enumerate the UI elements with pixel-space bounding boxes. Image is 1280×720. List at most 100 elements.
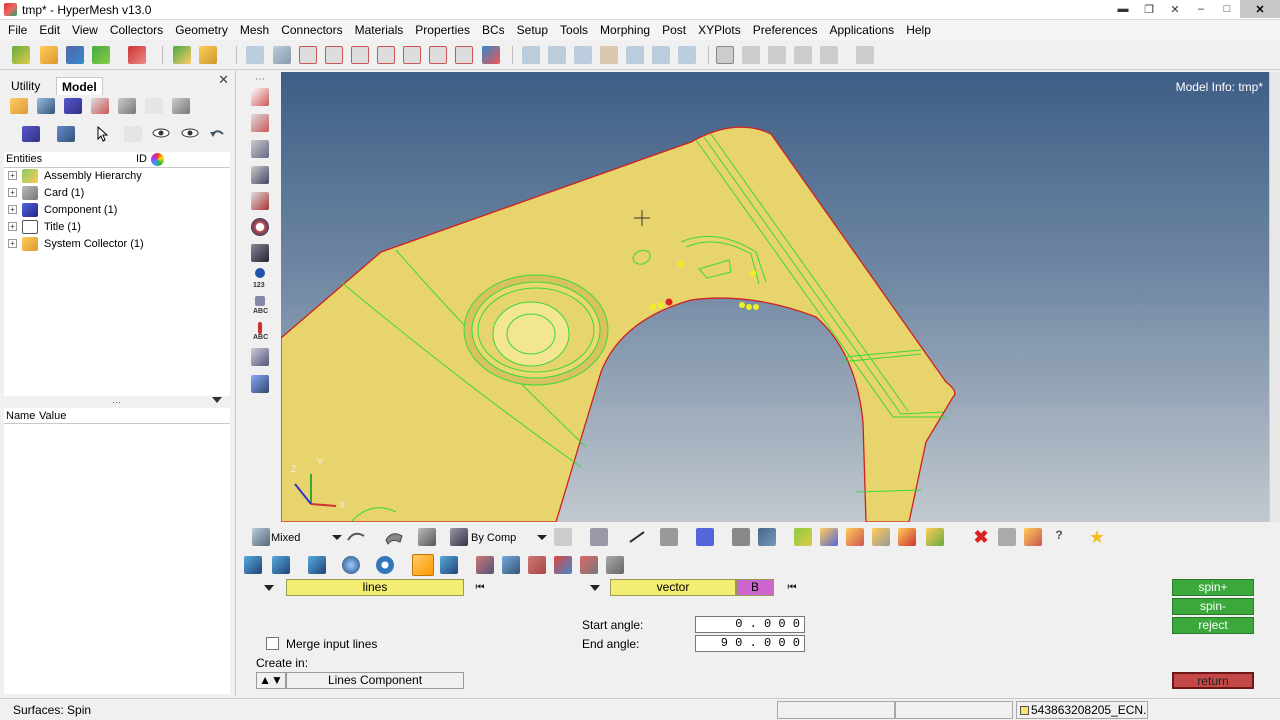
vector-reset-icon[interactable]: ⏮ bbox=[784, 579, 800, 596]
new-model-icon[interactable] bbox=[12, 46, 30, 64]
page-layout-4-icon[interactable] bbox=[794, 46, 812, 64]
mask-all-icon[interactable] bbox=[998, 528, 1016, 546]
geometry-display-icon[interactable] bbox=[251, 88, 269, 106]
zoom-icon[interactable] bbox=[246, 46, 264, 64]
view-xz-right-icon[interactable] bbox=[377, 46, 395, 64]
create-in-toggle-icon[interactable]: ▲▼ bbox=[256, 672, 286, 689]
chevron-down-icon[interactable] bbox=[332, 535, 342, 540]
tab-utility[interactable]: Utility bbox=[6, 77, 45, 95]
chevron-down-icon[interactable] bbox=[537, 535, 547, 540]
reject-button[interactable]: reject bbox=[1172, 617, 1254, 634]
expand-icon[interactable]: + bbox=[8, 205, 17, 214]
fit-icon[interactable] bbox=[548, 46, 566, 64]
mesh-shaded-icon[interactable] bbox=[590, 528, 608, 546]
boss-feature[interactable] bbox=[463, 274, 609, 386]
menu-connectors[interactable]: Connectors bbox=[275, 20, 348, 40]
wireframe-icon[interactable] bbox=[346, 528, 365, 546]
display-mode-value[interactable]: Mixed bbox=[271, 532, 300, 544]
view-yz-back-icon[interactable] bbox=[429, 46, 447, 64]
end-angle-input[interactable]: 9 0 . 0 0 0 bbox=[695, 635, 805, 652]
pan-hand-icon[interactable] bbox=[600, 46, 618, 64]
show-components-icon[interactable] bbox=[820, 528, 838, 546]
dock-close-icon[interactable]: ✕ bbox=[1162, 0, 1188, 18]
view-options-icon[interactable] bbox=[482, 46, 500, 64]
menu-materials[interactable]: Materials bbox=[349, 20, 410, 40]
include-file-cell[interactable]: 543863208205_ECN. bbox=[1016, 701, 1148, 719]
abc-label-2[interactable]: ABC bbox=[253, 334, 268, 341]
show-hide-eye-icon[interactable] bbox=[151, 126, 170, 142]
export-icon[interactable] bbox=[128, 46, 146, 64]
reverse-eye-icon[interactable] bbox=[180, 126, 199, 142]
chevron-down-icon[interactable] bbox=[212, 397, 222, 403]
surface-skin-icon[interactable] bbox=[528, 556, 546, 574]
surface-spin-icon[interactable] bbox=[412, 554, 434, 576]
dock-restore-icon[interactable]: ❐ bbox=[1136, 0, 1162, 18]
menu-tools[interactable]: Tools bbox=[554, 20, 594, 40]
tree-item-system-collector[interactable]: + System Collector (1) bbox=[4, 236, 230, 253]
dock-minimize-icon[interactable]: ▬ bbox=[1110, 0, 1136, 18]
paint-icon[interactable] bbox=[1024, 528, 1042, 546]
spin-minus-button[interactable]: spin- bbox=[1172, 598, 1254, 615]
close-icon[interactable]: ✕ bbox=[218, 72, 229, 88]
tree-item-component[interactable]: + Component (1) bbox=[4, 202, 230, 219]
surface-ruled-icon[interactable] bbox=[476, 556, 494, 574]
tree-item-card[interactable]: + Card (1) bbox=[4, 185, 230, 202]
info-icon[interactable] bbox=[255, 268, 265, 278]
rotate-icon[interactable] bbox=[678, 46, 696, 64]
id-column-label[interactable]: ID bbox=[136, 153, 147, 165]
user-profile-icon[interactable] bbox=[173, 46, 191, 64]
surface-plane-icon[interactable] bbox=[244, 556, 262, 574]
display-all-icon[interactable] bbox=[22, 126, 40, 142]
folder-icon[interactable] bbox=[199, 46, 217, 64]
query-icon[interactable]: ? bbox=[1050, 528, 1068, 546]
menu-mesh[interactable]: Mesh bbox=[234, 20, 275, 40]
menu-collectors[interactable]: Collectors bbox=[104, 20, 169, 40]
set-view-icon[interactable] bbox=[172, 98, 190, 114]
folder-options-icon[interactable] bbox=[926, 528, 944, 546]
page-layout-5-icon[interactable] bbox=[820, 46, 838, 64]
model-geometry[interactable] bbox=[281, 72, 1269, 522]
undo-icon[interactable] bbox=[208, 126, 226, 142]
surface-torus-icon[interactable] bbox=[376, 556, 394, 574]
surface-drag-icon[interactable] bbox=[440, 556, 458, 574]
shaded-edges-icon[interactable] bbox=[384, 528, 403, 546]
component-color-icon[interactable] bbox=[696, 528, 714, 546]
menu-file[interactable]: File bbox=[2, 20, 33, 40]
view-xz-left-icon[interactable] bbox=[351, 46, 369, 64]
material-view-icon[interactable] bbox=[64, 98, 82, 114]
graphics-viewport[interactable]: Model Info: tmp* Z Y X bbox=[281, 72, 1269, 522]
pan-vertical-icon[interactable] bbox=[652, 46, 670, 64]
view-iso-icon[interactable] bbox=[455, 46, 473, 64]
surface-spline-icon[interactable] bbox=[502, 556, 520, 574]
close-button[interactable]: ✕ bbox=[1240, 0, 1280, 18]
surface-fillet-icon[interactable] bbox=[554, 556, 572, 574]
expand-icon[interactable]: + bbox=[8, 222, 17, 231]
mesh-wire-icon[interactable] bbox=[554, 528, 572, 546]
tab-model[interactable]: Model bbox=[56, 77, 103, 95]
zoom-window-icon[interactable] bbox=[522, 46, 540, 64]
menu-help[interactable]: Help bbox=[900, 20, 937, 40]
vector-dropdown-arrow[interactable] bbox=[590, 585, 600, 591]
menu-post[interactable]: Post bbox=[656, 20, 692, 40]
label-pointer-icon[interactable] bbox=[258, 322, 262, 334]
expand-icon[interactable]: + bbox=[8, 188, 17, 197]
start-angle-input[interactable]: 0 . 0 0 0 bbox=[695, 616, 805, 633]
surface-mesh-icon[interactable] bbox=[606, 556, 624, 574]
loadcol-view-icon[interactable] bbox=[118, 98, 136, 114]
return-button[interactable]: return bbox=[1172, 672, 1254, 689]
surface-offset-icon[interactable] bbox=[580, 556, 598, 574]
hide-folder-icon[interactable] bbox=[872, 528, 890, 546]
panel-splitter[interactable]: ⋯ bbox=[4, 396, 230, 407]
view-yz-front-icon[interactable] bbox=[403, 46, 421, 64]
elements-shaded-icon[interactable] bbox=[251, 166, 269, 184]
merge-input-lines-checkbox[interactable] bbox=[266, 637, 279, 650]
spin-plus-button[interactable]: spin+ bbox=[1172, 579, 1254, 596]
create-in-selector[interactable]: Lines Component bbox=[286, 672, 464, 689]
line-icon[interactable] bbox=[628, 528, 646, 546]
surface-cylinder-icon[interactable] bbox=[272, 556, 290, 574]
grid-icon[interactable] bbox=[732, 528, 750, 546]
abc-label-1[interactable]: ABC bbox=[253, 308, 268, 315]
expand-icon[interactable]: + bbox=[8, 171, 17, 180]
property-view-icon[interactable] bbox=[91, 98, 109, 114]
elements-wire-icon[interactable] bbox=[251, 140, 269, 158]
